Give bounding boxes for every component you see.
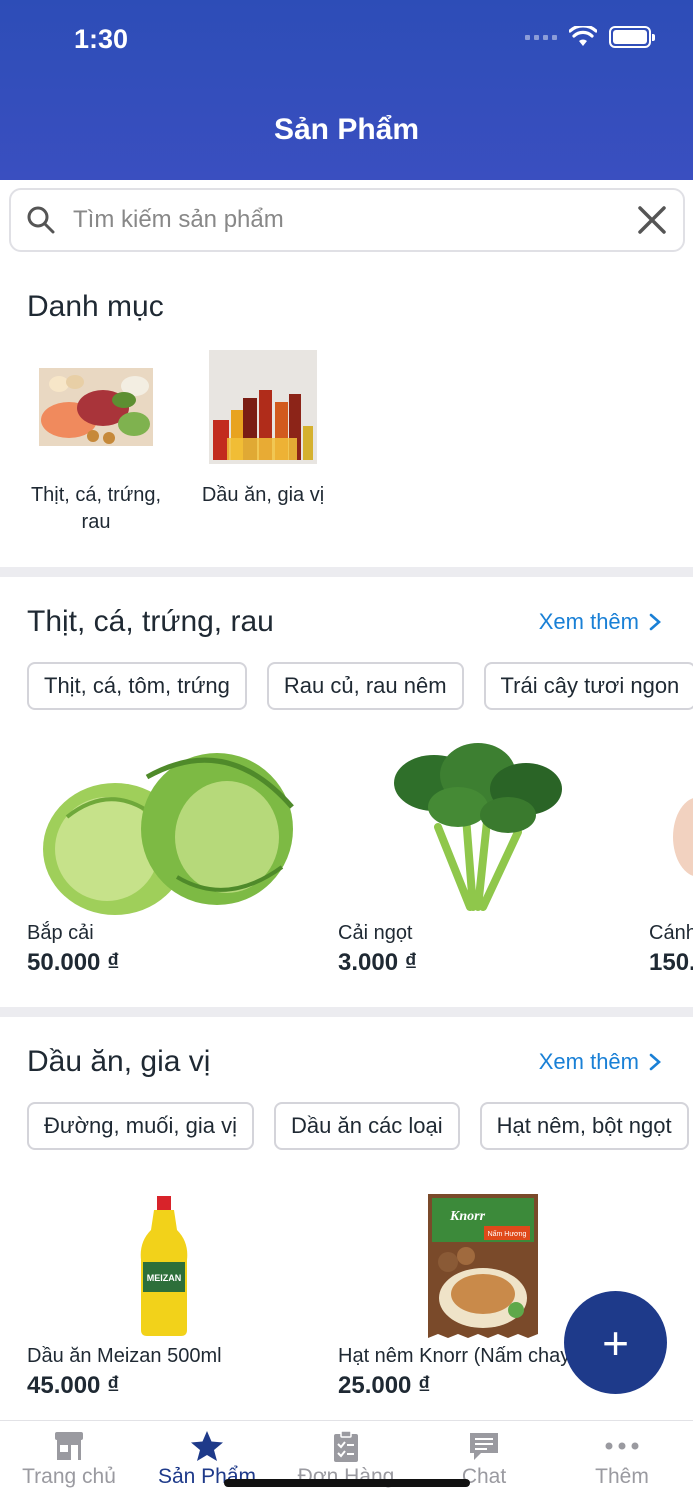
see-more-label: Xem thêm (538, 1049, 639, 1074)
more-icon (605, 1442, 639, 1450)
product-name: Cải ngọt (338, 922, 413, 944)
page-title: Sản Phẩm (273, 113, 420, 146)
svg-text:Nấm Hương: Nấm Hương (488, 1229, 527, 1238)
section-title-meat: Thịt, cá, trứng, rau (27, 605, 274, 638)
category-image-spices (209, 350, 317, 464)
search-icon (27, 206, 55, 234)
see-more-link-oil[interactable]: Xem thêm (539, 1049, 661, 1075)
category-label: Dầu ăn, gia vị (201, 484, 325, 506)
search-input[interactable] (73, 206, 637, 234)
search-bar (9, 188, 685, 252)
chip-sugar-salt[interactable]: Đường, muối, gia vị (27, 1102, 255, 1150)
tab-label: Trang chủ (22, 1465, 116, 1488)
section-title-oil: Dầu ăn, gia vị (27, 1045, 211, 1078)
clipboard-icon (334, 1430, 358, 1462)
signal-icon (525, 34, 557, 40)
chip-fruits[interactable]: Trái cây tươi ngon (483, 662, 693, 710)
see-more-label: Xem thêm (538, 609, 639, 634)
product-card-cabbage[interactable]: Bắp cải 50.000 ₫ (27, 737, 317, 977)
product-price: 3.000 ₫ (338, 949, 418, 976)
categories-title: Danh mục (27, 290, 164, 323)
battery-icon (609, 26, 655, 48)
product-price: 45.000 ₫ (27, 1372, 120, 1399)
category-label: Thịt, cá, trứng, rau (30, 484, 162, 533)
product-card-partial[interactable]: Cánh 150. (649, 737, 693, 977)
product-card-meizan-oil[interactable]: MEIZAN Dầu ăn Meizan 500ml 45.000 ₫ (27, 1190, 317, 1400)
store-icon (55, 1432, 83, 1460)
subcategory-chips-meat: Thịt, cá, tôm, trứng Rau củ, rau nêm Trá… (0, 662, 693, 714)
category-oil-spices[interactable]: Dầu ăn, gia vị (195, 350, 331, 509)
tab-label: Thêm (595, 1465, 649, 1488)
see-more-link-meat[interactable]: Xem thêm (539, 609, 661, 635)
section-divider (0, 1007, 693, 1017)
product-card-bok-choy[interactable]: Cải ngọt 3.000 ₫ (338, 737, 628, 977)
chevron-right-icon (649, 1053, 661, 1071)
knorr-logo: Knorr (449, 1209, 486, 1224)
plus-icon: + (602, 1316, 629, 1369)
chip-meat-fish[interactable]: Thịt, cá, tôm, trứng (27, 662, 247, 710)
wifi-icon (569, 26, 597, 46)
chip-cooking-oil[interactable]: Dầu ăn các loại (274, 1102, 460, 1150)
chevron-right-icon (649, 613, 661, 631)
status-time: 1:30 (74, 24, 129, 54)
product-image-oil-bottle: MEIZAN (140, 1196, 188, 1336)
tab-home[interactable]: Trang chủ (0, 1429, 138, 1489)
subcategory-chips-oil: Đường, muối, gia vị Dầu ăn các loại Hạt … (0, 1102, 693, 1154)
category-image-meat (39, 368, 153, 446)
category-meat-fish-eggs-veg[interactable]: Thịt, cá, trứng, rau (28, 350, 164, 536)
chat-icon (470, 1433, 498, 1460)
app-header: 1:30 Sản Phẩm (0, 0, 693, 180)
product-image-knorr-pack: Knorr Nấm Hương (428, 1194, 538, 1338)
chip-seasoning[interactable]: Hạt nêm, bột ngọt (479, 1102, 689, 1150)
product-image-chicken-wing (673, 798, 693, 876)
product-image-bok-choy (390, 737, 568, 913)
home-indicator (224, 1479, 470, 1487)
product-name: Bắp cải (27, 922, 94, 944)
tab-more[interactable]: Thêm (553, 1429, 691, 1489)
product-price: 50.000 ₫ (27, 949, 120, 976)
clear-search-icon[interactable] (637, 205, 667, 235)
product-image-cabbage (43, 753, 294, 915)
oil-brand-logo: MEIZAN (147, 1273, 182, 1283)
chip-vegetables[interactable]: Rau củ, rau nêm (266, 662, 464, 710)
add-button[interactable]: + (564, 1291, 667, 1394)
product-name: Cánh (649, 922, 693, 944)
product-price: 150. (649, 949, 693, 976)
section-divider (0, 567, 693, 577)
tab-bar: Trang chủ Sản Phẩm Đơn Hàng Chat Thêm (0, 1420, 693, 1500)
product-name: Dầu ăn Meizan 500ml (27, 1345, 222, 1367)
star-icon (191, 1431, 223, 1461)
status-icons (525, 26, 655, 48)
